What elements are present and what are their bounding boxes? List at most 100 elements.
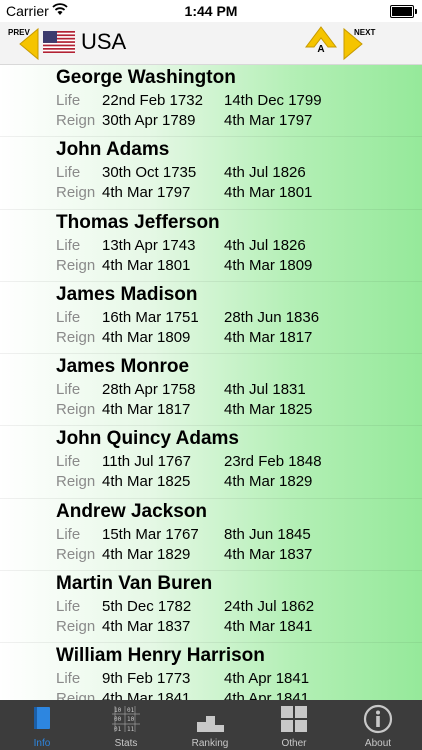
reign-row: Reign 4th Mar 1817 4th Mar 1825: [56, 401, 416, 421]
life-row: Life 9th Feb 1773 4th Apr 1841: [56, 670, 416, 690]
life-label: Life: [56, 308, 81, 326]
tab-stats-label: Stats: [114, 738, 138, 749]
death-date: 4th Apr 1841: [224, 670, 310, 688]
tab-ranking-label: Ranking: [191, 738, 229, 749]
birth-date: 15th Mar 1767: [102, 525, 199, 543]
reign-row: Reign 4th Mar 1825 4th Mar 1829: [56, 473, 416, 493]
birth-date: 28th Apr 1758: [102, 381, 196, 399]
list-item[interactable]: Thomas Jefferson Life 13th Apr 1743 4th Jul…: [0, 210, 422, 282]
tab-info[interactable]: Info: [0, 700, 84, 750]
svg-text:11: 11: [127, 726, 135, 733]
reign-end-date: 4th Mar 1809: [224, 256, 313, 274]
life-row: Life 15th Mar 1767 8th Jun 1845: [56, 526, 416, 546]
death-date: 28th Jun 1836: [224, 308, 320, 326]
reign-end-date: 4th Apr 1841: [224, 690, 310, 700]
reign-row: Reign 4th Mar 1797 4th Mar 1801: [56, 184, 416, 204]
tab-bar: Info 10 01 00 10 01 11 Stats Ranking Oth…: [0, 700, 422, 750]
reign-row: Reign 4th Mar 1841 4th Apr 1841: [56, 690, 416, 700]
reign-start-date: 4th Mar 1797: [102, 184, 191, 202]
president-name: William Henry Harrison: [56, 645, 265, 667]
next-button[interactable]: NEXT: [342, 25, 382, 61]
life-row: Life 11th Jul 1767 23rd Feb 1848: [56, 453, 416, 473]
chevron-up-icon: [305, 26, 337, 48]
prev-button[interactable]: PREV: [0, 25, 40, 61]
reign-end-date: 4th Mar 1829: [224, 473, 313, 491]
president-name: Martin Van Buren: [56, 573, 213, 595]
reign-start-date: 4th Mar 1817: [102, 401, 191, 419]
list-item[interactable]: James Madison Life 16th Mar 1751 28th Jun 1…: [0, 282, 422, 355]
alpha-letter: A: [317, 44, 325, 55]
death-date: 24th Jul 1862: [224, 598, 315, 616]
reign-start-date: 30th Apr 1789: [102, 112, 196, 129]
tab-about[interactable]: About: [336, 700, 420, 750]
life-label: Life: [56, 164, 81, 182]
list-item[interactable]: James Monroe Life 28th Apr 1758 4th Jul 183…: [0, 354, 422, 427]
reign-label: Reign: [56, 112, 96, 129]
president-name: Andrew Jackson: [56, 500, 207, 522]
death-date: 4th Jul 1826: [224, 164, 306, 182]
death-date: 4th Jul 1826: [224, 236, 306, 254]
president-name: James Madison: [56, 283, 198, 305]
reign-label: Reign: [56, 328, 96, 346]
president-list[interactable]: George Washington Life 22nd Feb 1732 14th D…: [0, 65, 422, 700]
reign-start-date: 4th Mar 1837: [102, 618, 191, 636]
next-label: NEXT: [354, 28, 376, 37]
list-item[interactable]: George Washington Life 22nd Feb 1732 14th D…: [0, 65, 422, 138]
life-row: Life 22nd Feb 1732 14th Dec 1799: [56, 92, 416, 112]
birth-date: 13th Apr 1743: [102, 236, 196, 254]
life-row: Life 30th Oct 1735 4th Jul 1826: [56, 164, 416, 184]
reign-row: Reign 4th Mar 1809 4th Mar 1817: [56, 329, 416, 349]
reign-row: Reign 30th Apr 1789 4th Mar 1797: [56, 112, 416, 132]
alphabetical-sort-button[interactable]: A: [304, 25, 338, 61]
reign-label: Reign: [56, 184, 96, 202]
tab-other[interactable]: Other: [252, 700, 336, 750]
reign-row: Reign 4th Mar 1837 4th Mar 1841: [56, 618, 416, 638]
svg-text:01: 01: [127, 707, 135, 714]
reign-end-date: 4th Mar 1825: [224, 401, 313, 419]
reign-label: Reign: [56, 690, 96, 700]
grid-squares-icon: [281, 706, 307, 732]
president-name: John Adams: [56, 139, 170, 161]
life-label: Life: [56, 453, 81, 471]
reign-label: Reign: [56, 618, 96, 636]
list-item[interactable]: John Adams Life 30th Oct 1735 4th Jul 1826 R…: [0, 137, 422, 210]
reign-start-date: 4th Mar 1825: [102, 473, 191, 491]
us-flag-icon: [43, 31, 75, 53]
life-row: Life 28th Apr 1758 4th Jul 1831: [56, 381, 416, 401]
death-date: 14th Dec 1799: [224, 92, 322, 109]
life-label: Life: [56, 598, 81, 616]
info-circle-icon: [363, 704, 393, 734]
death-date: 23rd Feb 1848: [224, 453, 322, 471]
life-label: Life: [56, 525, 81, 543]
birth-date: 9th Feb 1773: [102, 670, 191, 688]
birth-date: 16th Mar 1751: [102, 308, 199, 326]
svg-text:10: 10: [114, 707, 122, 714]
president-name: John Quincy Adams: [56, 428, 239, 450]
podium-icon: [197, 716, 224, 732]
tab-ranking[interactable]: Ranking: [168, 700, 252, 750]
tab-info-label: Info: [33, 738, 51, 749]
life-label: Life: [56, 92, 81, 109]
battery-icon: [390, 5, 417, 18]
reign-end-date: 4th Mar 1841: [224, 618, 313, 636]
birth-date: 22nd Feb 1732: [102, 92, 203, 109]
clock: 1:44 PM: [184, 3, 238, 19]
list-item[interactable]: Martin Van Buren Life 5th Dec 1782 24th Jul…: [0, 571, 422, 644]
country-header: PREV USA A NEXT: [0, 22, 422, 65]
list-item[interactable]: John Quincy Adams Life 11th Jul 1767 23rd F…: [0, 426, 422, 499]
reign-label: Reign: [56, 256, 96, 274]
list-item[interactable]: Andrew Jackson Life 15th Mar 1767 8th Jun 1…: [0, 499, 422, 572]
status-bar: Carrier 1:44 PM: [0, 0, 422, 22]
tab-other-label: Other: [281, 738, 307, 749]
death-date: 4th Jul 1831: [224, 381, 306, 399]
reign-end-date: 4th Mar 1837: [224, 545, 313, 563]
reign-start-date: 4th Mar 1829: [102, 545, 191, 563]
reign-start-date: 4th Mar 1809: [102, 328, 191, 346]
reign-start-date: 4th Mar 1841: [102, 690, 191, 700]
tab-stats[interactable]: 10 01 00 10 01 11 Stats: [84, 700, 168, 750]
reign-label: Reign: [56, 545, 96, 563]
reign-end-date: 4th Mar 1801: [224, 184, 313, 202]
list-item[interactable]: William Henry Harrison Life 9th Feb 1773 4t…: [0, 643, 422, 700]
binary-grid-icon: 10 01 00 10 01 11: [112, 706, 140, 733]
svg-text:00: 00: [114, 716, 122, 723]
